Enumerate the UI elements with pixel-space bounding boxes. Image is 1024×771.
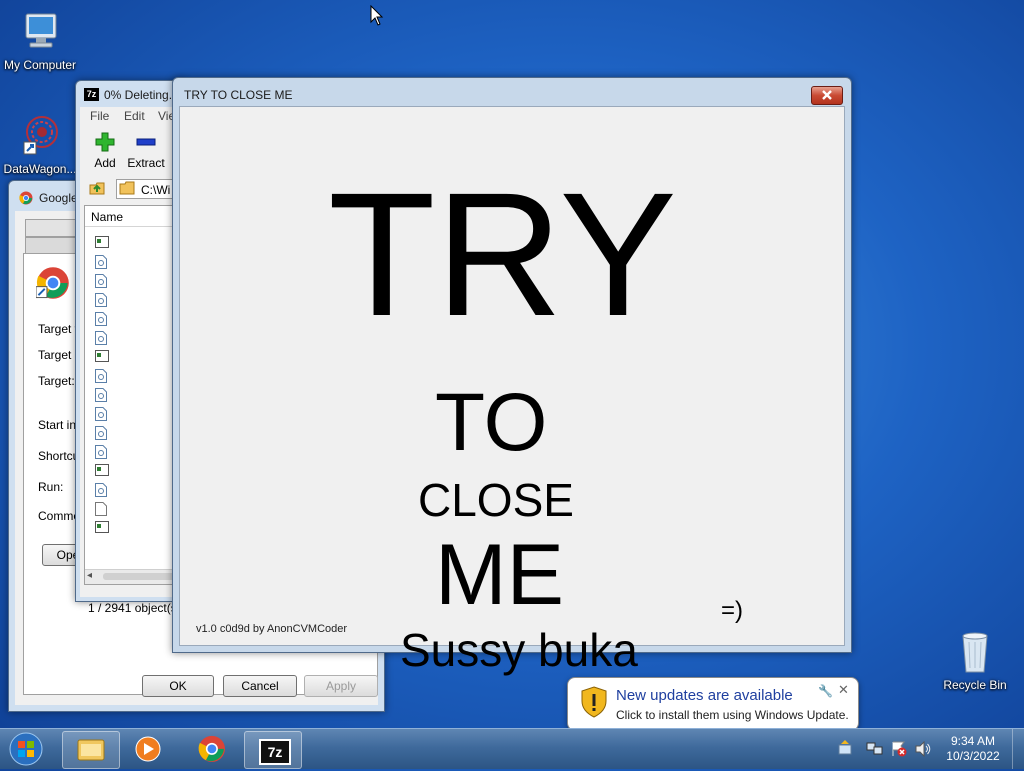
file-row-icon[interactable] [95, 312, 107, 329]
scroll-left-icon[interactable]: ◂ [87, 570, 92, 581]
file-row-icon[interactable] [95, 236, 109, 251]
file-row-icon[interactable] [95, 521, 109, 536]
file-row-icon[interactable] [95, 502, 107, 519]
field-label-target: Target: [38, 374, 75, 388]
field-label-run: Run: [38, 480, 64, 494]
file-row-icon[interactable] [95, 388, 107, 405]
notification-message: Click to install them using Windows Upda… [616, 708, 849, 722]
ok-button[interactable]: OK [142, 675, 214, 697]
apply-button[interactable]: Apply [304, 675, 378, 697]
file-row-icon[interactable] [95, 369, 107, 386]
extract-button[interactable]: Extract [126, 131, 166, 170]
update-notification[interactable]: New updates are available Click to insta… [567, 677, 859, 731]
mouse-cursor-icon [370, 4, 384, 30]
heading-to: TO [435, 377, 548, 468]
chrome-icon [198, 735, 225, 762]
smiley-text: =) [721, 597, 744, 624]
folder-icon [119, 181, 135, 198]
taskbar-media-player[interactable] [120, 731, 176, 767]
volume-icon[interactable] [914, 740, 932, 760]
7zip-icon: 7z [259, 739, 291, 765]
windows-explorer-icon [77, 739, 105, 761]
version-label: v1.0 c0d9d by AnonCVMCoder [196, 623, 348, 635]
taskbar-chrome[interactable] [184, 731, 240, 767]
extract-label: Extract [127, 156, 165, 170]
clock[interactable]: 9:34 AM 10/3/2022 [940, 734, 1006, 764]
computer-icon [16, 8, 64, 56]
field-label-start-in: Start in: [38, 418, 80, 432]
notification-title: New updates are available [616, 687, 793, 704]
file-row-icon[interactable] [95, 331, 107, 348]
taskbar-explorer[interactable] [62, 731, 120, 769]
7zip-body: File Edit Vie Add Extract C:\Wi Name ◂ 1… [80, 107, 190, 615]
file-row-icon[interactable] [95, 274, 107, 291]
start-button[interactable] [6, 730, 46, 768]
close-notification-icon[interactable]: ✕ [838, 682, 849, 698]
plus-icon [95, 132, 115, 152]
clock-date: 10/3/2022 [946, 749, 1000, 763]
path-text: C:\Wi [141, 183, 171, 197]
sussy-text: Sussy buka [400, 624, 638, 676]
network-icon[interactable] [866, 741, 884, 760]
clock-time: 9:34 AM [950, 734, 996, 748]
file-row-icon[interactable] [95, 426, 107, 443]
7zip-app-icon: 7z [84, 88, 99, 101]
media-player-icon [135, 736, 161, 762]
column-header-label: Name [91, 210, 124, 224]
desktop-icon-datawagon[interactable]: DataWagon... [0, 112, 80, 176]
datawagon-shortcut-icon [16, 112, 64, 160]
menu-file[interactable]: File [90, 109, 109, 123]
7zip-deleting-window: 7z 0% Deleting... File Edit Vie Add Extr… [75, 80, 190, 615]
file-row-icon[interactable] [95, 350, 109, 365]
heading-try: TRY [328, 157, 677, 353]
taskbar-7zip[interactable]: 7z [244, 731, 302, 769]
desktop-icon-my-computer[interactable]: My Computer [0, 8, 80, 72]
desktop-icon-recycle-bin[interactable]: Recycle Bin [935, 628, 1015, 692]
add-label: Add [94, 156, 116, 170]
heading-close: CLOSE [418, 474, 574, 526]
file-row-icon[interactable] [95, 445, 107, 462]
taskbar: 7z 9:34 AM 10/3/2022 [0, 728, 1024, 769]
file-row-icon[interactable] [95, 483, 107, 500]
recycle-bin-icon [951, 628, 999, 676]
desktop-icon-label: Recycle Bin [943, 678, 1007, 692]
minus-icon [136, 138, 156, 146]
desktop-icon-label: DataWagon... [3, 162, 77, 176]
security-shield-icon [580, 686, 608, 721]
chrome-icon [19, 191, 33, 208]
file-row-icon[interactable] [95, 255, 107, 272]
window-title: 0% Deleting... [104, 88, 179, 102]
file-row-icon[interactable] [95, 407, 107, 424]
up-folder-icon[interactable] [88, 179, 106, 200]
window-title: TRY TO CLOSE ME [184, 88, 293, 102]
window-client-area: TRY TO CLOSE ME =) Sussy buka v1.0 c0d9d… [179, 106, 845, 675]
show-desktop-button[interactable] [1012, 729, 1024, 769]
scrollbar-thumb[interactable] [103, 573, 183, 580]
heading-me: ME [435, 527, 564, 623]
status-bar-text: 1 / 2941 object(s [88, 601, 177, 615]
cancel-button[interactable]: Cancel [223, 675, 297, 697]
chrome-shortcut-icon [35, 266, 70, 303]
desktop-icon-label: My Computer [3, 58, 77, 72]
close-button[interactable] [811, 86, 843, 105]
file-row-icon[interactable] [95, 464, 109, 479]
field-label-shortcut-key: Shortcu [38, 449, 80, 463]
try-to-close-me-window: TRY TO CLOSE ME TRY TO CLOSE ME =) Sussy… [172, 77, 852, 675]
wrench-icon[interactable]: 🔧 [818, 684, 833, 698]
close-icon [822, 90, 832, 100]
add-button[interactable]: Add [90, 131, 120, 170]
file-row-icon[interactable] [95, 293, 107, 310]
desktop: { "desktop": { "icons": [ {"label": "My … [0, 0, 1024, 769]
windows-start-icon [9, 732, 43, 766]
update-tray-icon[interactable] [836, 739, 854, 760]
dialog-title: Google [39, 191, 78, 205]
action-center-icon[interactable] [890, 740, 908, 761]
menu-edit[interactable]: Edit [124, 109, 145, 123]
